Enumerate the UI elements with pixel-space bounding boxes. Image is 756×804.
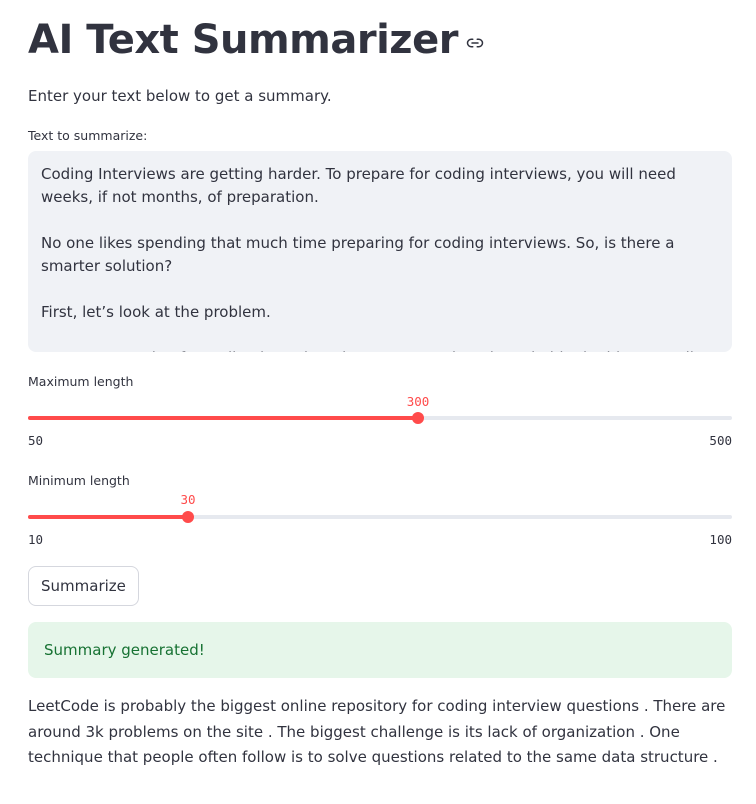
max-length-thumb[interactable] — [412, 412, 424, 424]
min-length-fill — [28, 515, 188, 519]
min-length-min-tick: 10 — [28, 532, 44, 547]
min-length-max-tick: 100 — [709, 532, 732, 547]
success-alert: Summary generated! — [28, 622, 732, 678]
summarize-button[interactable]: Summarize — [28, 566, 139, 606]
text-input-label: Text to summarize: — [28, 128, 148, 143]
text-to-summarize-input[interactable]: Coding Interviews are getting harder. To… — [28, 151, 732, 352]
min-length-thumb[interactable] — [182, 511, 194, 523]
max-length-min-tick: 50 — [28, 433, 44, 448]
link-icon[interactable] — [466, 34, 484, 52]
max-length-fill — [28, 416, 418, 420]
min-length-label: Minimum length — [28, 473, 130, 488]
max-length-value: 300 — [406, 394, 430, 409]
min-length-value: 30 — [180, 492, 196, 507]
max-length-slider[interactable]: 300 50 500 — [28, 392, 732, 452]
min-length-slider[interactable]: 30 10 100 — [28, 490, 732, 550]
max-length-max-tick: 500 — [709, 433, 732, 448]
success-alert-text: Summary generated! — [44, 641, 205, 659]
max-length-label: Maximum length — [28, 374, 134, 389]
summary-output: LeetCode is probably the biggest online … — [28, 697, 726, 766]
page-subtitle: Enter your text below to get a summary. — [28, 87, 332, 105]
page-title: AI Text Summarizer — [28, 17, 458, 63]
title-row: AI Text Summarizer — [28, 14, 484, 66]
